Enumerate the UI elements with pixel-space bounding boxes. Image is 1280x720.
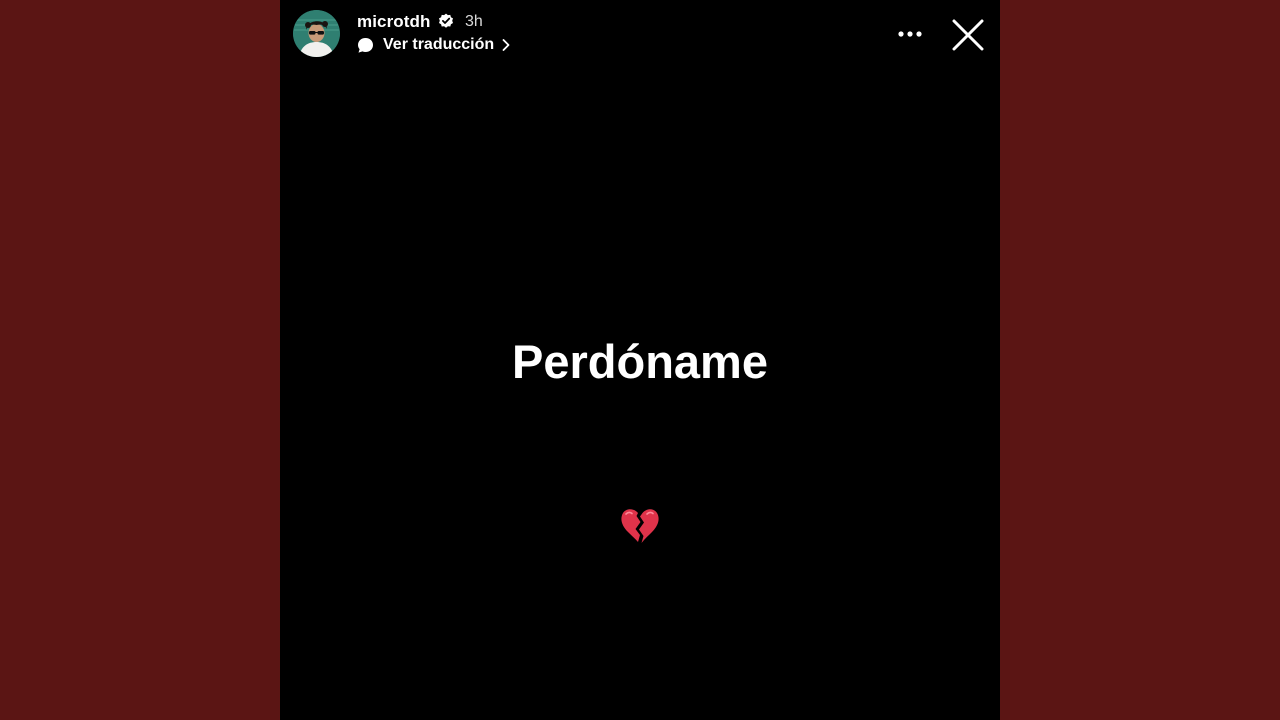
see-translation-label: Ver traducción	[383, 36, 495, 53]
see-translation-link[interactable]: Ver traducción	[357, 34, 511, 56]
story-timestamp: 3h	[465, 13, 483, 30]
more-dots-icon	[898, 31, 922, 37]
avatar-portrait-icon	[293, 10, 340, 57]
broken-heart-icon	[621, 509, 659, 543]
story-header: microtdh 3h Ver traducción	[280, 0, 1000, 70]
story-text: Perdóname	[512, 335, 768, 388]
chevron-right-icon	[502, 39, 510, 51]
story-username[interactable]: microtdh	[357, 12, 431, 32]
story-viewer-backdrop: microtdh 3h Ver traducción Perdóname	[0, 0, 1280, 720]
close-icon	[952, 19, 984, 51]
verified-badge-icon	[439, 13, 453, 28]
story-frame[interactable]: microtdh 3h Ver traducción Perdóname	[280, 0, 1000, 720]
close-button[interactable]	[947, 14, 989, 56]
more-options-button[interactable]	[892, 20, 928, 48]
speech-bubble-icon	[358, 37, 373, 53]
avatar[interactable]	[293, 10, 340, 57]
